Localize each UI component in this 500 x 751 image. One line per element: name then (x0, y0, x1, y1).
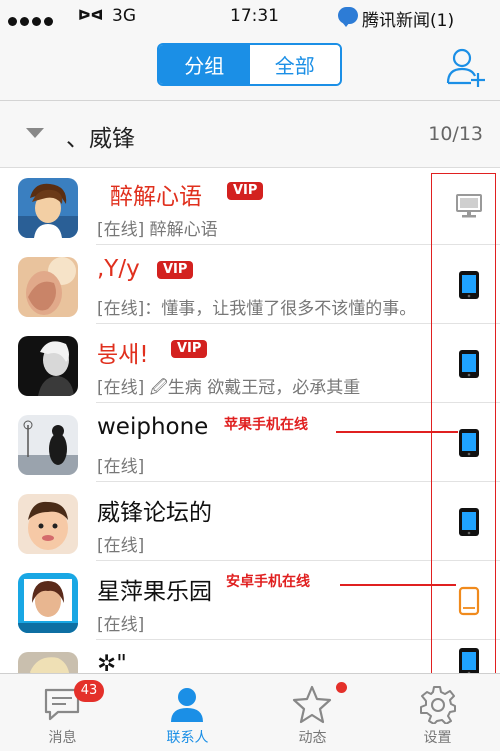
carrier-logo: ᐅᐊ (78, 8, 104, 24)
group-name: 、威锋 (66, 126, 135, 152)
contact-row[interactable]: 威锋论坛的 [在线] (0, 483, 500, 561)
vip-badge: VIP (227, 182, 264, 200)
tab-bar: 43 消息 联系人 动态 设置 (0, 673, 500, 751)
new-feed-dot (336, 682, 347, 693)
annotation-apple-online: 苹果手机在线 (224, 417, 308, 433)
contacts-icon (171, 688, 203, 722)
tab-label: 消息 (48, 730, 77, 746)
signal-strength-icon (8, 11, 56, 30)
contact-name: 붕새! (97, 342, 149, 368)
contact-name: 星萍果乐园 (97, 579, 212, 605)
notification-chat-icon (338, 7, 358, 27)
tab-settings[interactable]: 设置 (375, 674, 500, 751)
segment-groups[interactable]: 分组 (159, 45, 250, 84)
avatar (18, 652, 78, 673)
vip-badge: VIP (171, 340, 208, 358)
tab-label: 联系人 (166, 730, 209, 746)
annotation-line-apple (336, 431, 458, 433)
annotation-line-android (340, 584, 456, 586)
gear-icon (420, 686, 456, 724)
unread-badge: 43 (74, 680, 104, 702)
vip-badge: VIP (157, 261, 194, 279)
avatar (18, 415, 78, 475)
contact-status: [在线] (97, 457, 145, 477)
add-person-icon (446, 48, 485, 87)
contact-row[interactable]: ,Y/y VIP [在线]：懂事，让我懂了很多不该懂的事。 (0, 246, 500, 324)
tab-label: 动态 (298, 730, 327, 746)
contact-status: [在线]：懂事，让我懂了很多不该懂的事。 (97, 299, 417, 319)
network-type: 3G (112, 6, 136, 26)
contact-name: ,Y/y (97, 256, 140, 282)
group-online-count: 10/13 (428, 123, 483, 145)
avatar (18, 573, 78, 633)
navigation-bar: 分组 全部 (0, 32, 500, 101)
contact-name: weiphone (97, 414, 209, 440)
contact-name: ✲" (97, 651, 127, 673)
notification-text: 腾讯新闻(1) (362, 11, 455, 31)
contact-status: [在线] (97, 536, 145, 556)
avatar (18, 257, 78, 317)
avatar (18, 494, 78, 554)
contact-status: [在线] 🖉生病 欲戴王冠，必承其重 (97, 378, 361, 398)
status-time: 17:31 (230, 6, 279, 26)
avatar (18, 336, 78, 396)
collapse-caret-icon (26, 128, 44, 138)
contact-name: 醉解心语 (110, 184, 202, 210)
contact-row[interactable]: 붕새! VIP [在线] 🖉生病 欲戴王冠，必承其重 (0, 325, 500, 403)
segment-all[interactable]: 全部 (249, 45, 340, 84)
tab-contacts[interactable]: 联系人 (125, 674, 250, 751)
star-icon (292, 685, 332, 724)
device-annotation-box (431, 173, 496, 680)
tab-feed[interactable]: 动态 (250, 674, 375, 751)
contact-name: 威锋论坛的 (97, 500, 212, 526)
status-bar: ᐅᐊ 3G 17:31 腾讯新闻(1) (0, 0, 500, 32)
contact-status: [在线] (97, 615, 145, 635)
tab-messages[interactable]: 43 消息 (0, 674, 125, 751)
avatar (18, 178, 78, 238)
contact-row[interactable]: ✲" (0, 641, 500, 673)
contact-row[interactable]: 醉解心语 VIP [在线] 醉解心语 (0, 167, 500, 245)
tab-label: 设置 (423, 730, 452, 746)
contact-status: [在线] 醉解心语 (97, 220, 218, 240)
segmented-control: 分组 全部 (157, 43, 342, 86)
annotation-android-online: 安卓手机在线 (226, 574, 310, 590)
add-friend-button[interactable] (444, 45, 488, 89)
group-header[interactable]: 、威锋 10/13 (0, 101, 500, 168)
